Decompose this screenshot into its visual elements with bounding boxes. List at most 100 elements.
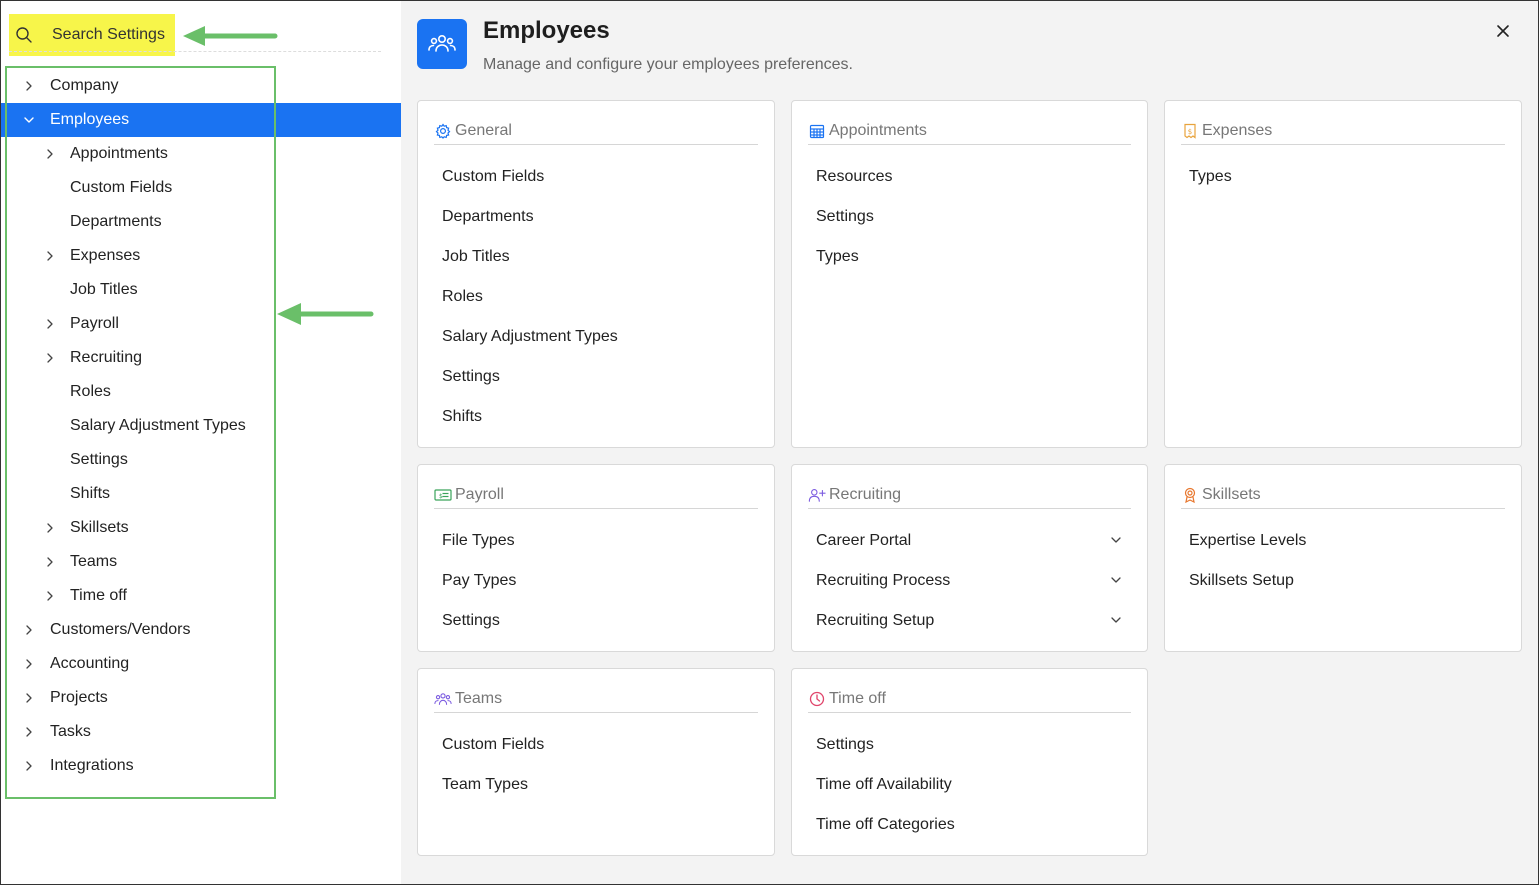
card-link-salary-adjustment-types[interactable]: Salary Adjustment Types: [442, 317, 758, 357]
card-link-team-types[interactable]: Team Types: [442, 765, 758, 805]
card-link-list: Expertise Levels Skillsets Setup: [1189, 521, 1505, 601]
card-link-departments[interactable]: Departments: [442, 197, 758, 237]
card-link-label: Pay Types: [442, 572, 517, 589]
annotation-arrow-search: [183, 26, 278, 46]
search-divider: [9, 51, 381, 52]
card-link-label: Settings: [816, 208, 874, 225]
team-icon: [434, 690, 452, 708]
card-link-label: Settings: [442, 368, 500, 385]
card-link-career-portal[interactable]: Career Portal: [816, 521, 1131, 561]
close-button[interactable]: [1493, 21, 1513, 41]
annotation-arrow-tree: [277, 303, 374, 325]
card-link-label: Career Portal: [816, 532, 912, 549]
card-link-settings[interactable]: Settings: [816, 197, 1131, 237]
card-title: Expenses: [1202, 121, 1273, 139]
card-link-label: Expertise Levels: [1189, 532, 1307, 549]
annotation-tree-highlight-box: [5, 66, 276, 799]
card-link-list: Settings Time off Availability Time off Ca…: [816, 725, 1131, 845]
card-header: $ Expenses: [1181, 117, 1505, 145]
card-link-resources[interactable]: Resources: [816, 157, 1131, 197]
card-link-job-titles[interactable]: Job Titles: [442, 237, 758, 277]
card-title: Recruiting: [829, 485, 902, 503]
search-settings-label: Search Settings: [52, 26, 165, 43]
card-link-label: Settings: [442, 612, 500, 629]
card-link-label: Custom Fields: [442, 736, 545, 753]
card-title: General: [455, 121, 512, 139]
card-link-shifts[interactable]: Shifts: [442, 397, 758, 437]
card-link-label: Job Titles: [442, 248, 510, 265]
card-link-list: Custom Fields Team Types: [442, 725, 758, 805]
card-link-label: Time off Availability: [816, 776, 952, 793]
card-link-skillsets-setup[interactable]: Skillsets Setup: [1189, 561, 1505, 601]
card-header: $ Payroll: [434, 481, 758, 509]
card-time-off: Time off Settings Time off Availability Tim…: [791, 668, 1148, 856]
settings-sidebar: Search Settings Company Employees Appointm…: [1, 1, 401, 884]
card-link-label: Types: [1189, 168, 1232, 185]
card-link-label: Time off Categories: [816, 816, 955, 833]
card-link-label: File Types: [442, 532, 515, 549]
card-title: Payroll: [455, 485, 504, 503]
card-title: Appointments: [829, 121, 927, 139]
card-link-label: Salary Adjustment Types: [442, 328, 618, 345]
search-settings-field[interactable]: Search Settings: [9, 14, 175, 56]
card-link-custom-fields[interactable]: Custom Fields: [442, 725, 758, 765]
card-header: Time off: [808, 685, 1131, 713]
card-link-time-off-categories[interactable]: Time off Categories: [816, 805, 1131, 845]
card-link-label: Skillsets Setup: [1189, 572, 1294, 589]
card-link-types[interactable]: Types: [1189, 157, 1505, 197]
card-link-pay-types[interactable]: Pay Types: [442, 561, 758, 601]
card-header: Appointments: [808, 117, 1131, 145]
card-appointments: Appointments Resources Settings Types: [791, 100, 1148, 448]
card-link-settings[interactable]: Settings: [442, 357, 758, 397]
svg-text:$: $: [439, 493, 443, 500]
card-link-time-off-availability[interactable]: Time off Availability: [816, 765, 1131, 805]
card-link-settings[interactable]: Settings: [442, 601, 758, 641]
card-link-file-types[interactable]: File Types: [442, 521, 758, 561]
card-link-roles[interactable]: Roles: [442, 277, 758, 317]
search-icon: [13, 26, 35, 44]
chevron-down-icon[interactable]: [1109, 613, 1123, 627]
user-plus-icon: [808, 486, 826, 504]
card-link-list: Custom Fields Departments Job Titles Roles S…: [442, 157, 758, 437]
card-header: General: [434, 117, 758, 145]
card-recruiting: Recruiting Career Portal Recruiting Proces…: [791, 464, 1148, 652]
card-link-recruiting-setup[interactable]: Recruiting Setup: [816, 601, 1131, 641]
card-link-label: Recruiting Setup: [816, 612, 935, 629]
page-title: Employees: [483, 17, 610, 44]
gear-icon: [434, 122, 452, 140]
card-link-list: Resources Settings Types: [816, 157, 1131, 277]
card-link-types[interactable]: Types: [816, 237, 1131, 277]
card-link-label: Team Types: [442, 776, 528, 793]
badge-icon: [1181, 486, 1199, 504]
payroll-card-icon: $: [434, 486, 452, 504]
card-title: Teams: [455, 689, 503, 707]
calendar-icon: [808, 122, 826, 140]
clock-icon: [808, 690, 826, 708]
people-icon: [417, 19, 467, 69]
card-link-label: Departments: [442, 208, 534, 225]
close-icon: [1497, 25, 1509, 37]
card-skillsets: Skillsets Expertise Levels Skillsets Setup: [1164, 464, 1522, 652]
svg-text:$: $: [1188, 128, 1192, 136]
card-link-label: Recruiting Process: [816, 572, 951, 589]
main-panel: Employees Manage and configure your empl…: [401, 1, 1538, 884]
card-link-label: Types: [816, 248, 859, 265]
card-link-label: Shifts: [442, 408, 483, 425]
card-payroll: $ Payroll File Types Pay Types Settings: [417, 464, 775, 652]
card-link-settings[interactable]: Settings: [816, 725, 1131, 765]
card-link-list: Types: [1189, 157, 1505, 197]
page-subtitle: Manage and configure your employees pref…: [483, 56, 853, 73]
card-link-label: Roles: [442, 288, 483, 305]
chevron-down-icon[interactable]: [1109, 533, 1123, 547]
card-link-expertise-levels[interactable]: Expertise Levels: [1189, 521, 1505, 561]
card-link-list: File Types Pay Types Settings: [442, 521, 758, 641]
card-link-custom-fields[interactable]: Custom Fields: [442, 157, 758, 197]
chevron-down-icon[interactable]: [1109, 573, 1123, 587]
card-link-label: Custom Fields: [442, 168, 545, 185]
card-link-list: Career Portal Recruiting Process Recruitin…: [816, 521, 1131, 641]
card-general: General Custom Fields Departments Job Title…: [417, 100, 775, 448]
card-link-recruiting-process[interactable]: Recruiting Process: [816, 561, 1131, 601]
card-title: Skillsets: [1202, 485, 1261, 503]
card-title: Time off: [829, 689, 886, 707]
card-header: Teams: [434, 685, 758, 713]
